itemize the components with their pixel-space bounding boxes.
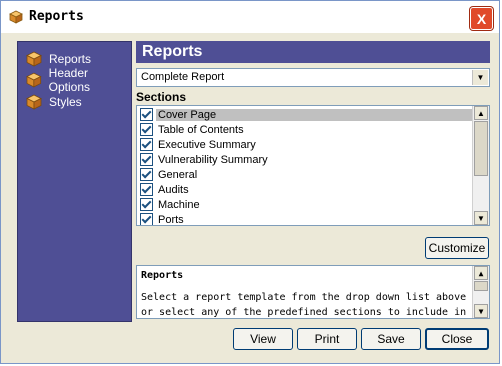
chevron-down-icon[interactable]: ▼ [472,70,488,85]
description-scrollbar[interactable]: ▲ ▼ [472,266,489,318]
sidebar-item-label: Reports [49,52,92,66]
checkbox[interactable] [140,168,153,181]
close-window-button[interactable]: X [470,7,493,30]
customize-button[interactable]: Customize [425,237,489,259]
checkbox[interactable] [140,153,153,166]
reports-window: Reports X Reports Header Options Styles … [0,0,500,364]
checkbox[interactable] [140,138,153,151]
list-item[interactable]: Vulnerability Summary [140,152,472,167]
sidebar-item-header-options[interactable]: Header Options [26,66,131,94]
section-label: Ports [158,213,184,226]
section-label: Executive Summary [158,138,256,151]
sidebar: Reports Header Options Styles [17,41,132,322]
chevron-up-icon[interactable]: ▲ [474,106,488,120]
report-box-icon [26,51,42,67]
sections-scrollbar[interactable]: ▲ ▼ [472,106,489,225]
sections-label: Sections [136,90,187,104]
sidebar-item-styles[interactable]: Styles [26,93,82,111]
checkbox[interactable] [140,108,153,121]
chevron-down-icon[interactable]: ▼ [474,304,488,318]
view-button[interactable]: View [233,328,293,350]
page-title: Reports [136,41,490,63]
scroll-thumb[interactable] [474,281,488,291]
list-item[interactable]: Machine [140,197,472,212]
list-item[interactable]: Executive Summary [140,137,472,152]
scroll-thumb[interactable] [474,121,488,176]
report-template-select[interactable]: Complete Report ▼ [136,68,490,87]
checkbox[interactable] [140,198,153,211]
print-button[interactable]: Print [297,328,357,350]
section-label: Vulnerability Summary [158,153,268,166]
section-label: General [158,168,198,181]
main-panel: Reports Complete Report ▼ Sections Cover… [136,41,490,226]
window-title: Reports [29,9,84,24]
chevron-up-icon[interactable]: ▲ [474,266,488,280]
list-item[interactable]: Ports [140,212,472,226]
list-item[interactable]: Table of Contents [140,122,472,137]
section-label: Table of Contents [158,123,244,136]
checkbox[interactable] [140,183,153,196]
checkbox[interactable] [140,213,153,225]
close-icon: X [476,10,487,27]
report-box-icon [9,10,23,24]
template-selected-value: Complete Report [141,71,225,83]
list-item[interactable]: General [140,167,472,182]
title-bar[interactable]: Reports X [1,1,499,33]
section-label: Machine [158,198,200,211]
report-box-icon [26,94,42,110]
description-title: Reports [141,270,184,281]
sections-list[interactable]: Cover Page Table of Contents Executive S… [136,105,490,226]
report-box-icon [26,72,42,88]
section-label: Cover Page [156,108,472,121]
description-box: Reports Select a report template from th… [136,265,490,319]
chevron-down-icon[interactable]: ▼ [474,211,488,225]
list-item[interactable]: Audits [140,182,472,197]
dialog-body: Reports Header Options Styles Reports Co… [4,33,496,361]
sidebar-item-label: Header Options [48,66,91,94]
close-button[interactable]: Close [425,328,489,350]
list-item[interactable]: Cover Page [140,107,472,122]
section-label: Audits [158,183,189,196]
sidebar-item-label: Styles [49,95,82,109]
checkbox[interactable] [140,123,153,136]
description-text: Select a report template from the drop d… [141,292,467,318]
save-button[interactable]: Save [361,328,421,350]
